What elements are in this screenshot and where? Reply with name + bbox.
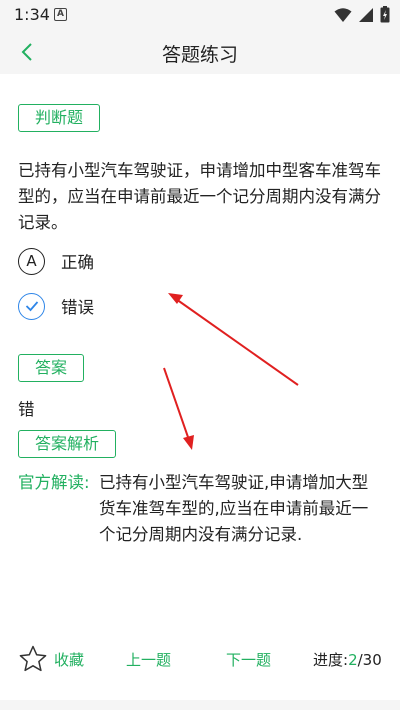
status-bar: 1:34 A <box>0 0 400 30</box>
official-analysis-text: 已持有小型汽车驾驶证,申请增加大型货车准驾车型的,应当在申请前最近一个记分周期内… <box>99 473 369 544</box>
check-circle-icon <box>18 292 45 320</box>
battery-icon <box>380 6 390 23</box>
cell-signal-icon <box>359 7 373 22</box>
check-icon <box>25 301 38 312</box>
favorite-button[interactable]: 收藏 <box>18 644 84 674</box>
status-time: 1:34 <box>14 5 50 24</box>
notification-a-icon: A <box>54 8 67 21</box>
official-analysis-label: 官方解读: <box>18 473 90 492</box>
option-b[interactable]: 错误 <box>18 291 318 321</box>
app-screen: 1:34 A 答题练习 判断题 已持有小型汽车驾驶证，申请增加中型客车准驾车型的… <box>0 0 400 710</box>
question-type-tag: 判断题 <box>18 104 101 132</box>
prev-question-button[interactable]: 上一题 <box>126 649 171 670</box>
next-question-button[interactable]: 下一题 <box>226 649 271 670</box>
wifi-icon <box>334 7 352 22</box>
app-header: 答题练习 <box>0 30 400 74</box>
question-text: 已持有小型汽车驾驶证，申请增加中型客车准驾车型的，应当在申请前最近一个记分周期内… <box>18 161 381 232</box>
status-icons <box>334 6 390 23</box>
analysis-tag: 答案解析 <box>18 430 117 458</box>
answer-value: 错 <box>18 400 35 419</box>
system-nav-bar <box>0 700 400 710</box>
progress-total: /30 <box>357 651 382 669</box>
progress-current: 2 <box>348 651 358 669</box>
bottom-bar: 收藏 上一题 下一题 进度:2/30 <box>0 640 400 680</box>
option-a-label: 正确 <box>61 253 94 272</box>
progress-indicator: 进度:2/30 <box>313 649 382 670</box>
arrow-to-answer-icon <box>163 367 194 450</box>
answer-tag: 答案 <box>18 354 85 382</box>
option-a[interactable]: A 正确 <box>18 246 318 276</box>
page-title: 答题练习 <box>161 44 238 66</box>
favorite-label: 收藏 <box>54 650 85 669</box>
option-a-letter: A <box>18 247 45 275</box>
star-icon <box>19 645 47 672</box>
progress-label: 进度: <box>313 651 349 669</box>
option-b-label: 错误 <box>61 298 94 317</box>
